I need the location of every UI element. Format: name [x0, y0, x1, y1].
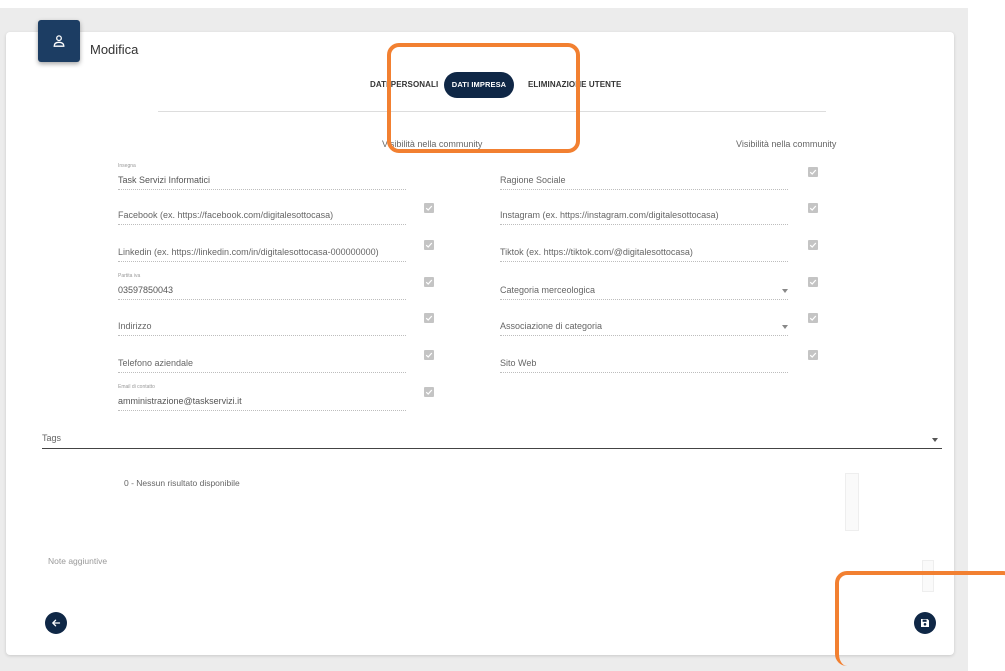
insegna-value: Task Servizi Informatici: [118, 175, 211, 185]
check-icon: [809, 352, 817, 358]
arrow-left-icon: [52, 619, 61, 627]
email-label: Email di contatto: [118, 384, 155, 390]
back-button[interactable]: [45, 612, 67, 634]
partita-iva-value: 03597850043: [118, 285, 174, 295]
check-icon: [425, 352, 433, 358]
ragione-sociale-placeholder: Ragione Sociale: [500, 175, 566, 185]
tags-select[interactable]: Tags: [42, 430, 942, 449]
chevron-down-icon: [782, 289, 788, 293]
instagram-field[interactable]: Instagram (ex. https://instagram.com/dig…: [500, 198, 788, 225]
sito-web-placeholder: Sito Web: [500, 358, 537, 368]
telefono-visibility-checkbox[interactable]: [424, 350, 434, 360]
insegna-label: Insegna: [118, 163, 136, 169]
indirizzo-placeholder: Indirizzo: [118, 321, 152, 331]
email-value: amministrazione@taskservizi.it: [118, 396, 242, 406]
linkedin-placeholder: Linkedin (ex. https://linkedin.com/in/di…: [118, 247, 379, 257]
email-field[interactable]: Email di contatto amministrazione@taskse…: [118, 384, 406, 411]
check-icon: [425, 205, 433, 211]
check-icon: [425, 389, 433, 395]
sito-web-field[interactable]: Sito Web: [500, 346, 788, 373]
facebook-placeholder: Facebook (ex. https://facebook.com/digit…: [118, 210, 334, 220]
visibility-header-right: Visibilità nella community: [736, 139, 837, 149]
no-results-text: 0 - Nessun risultato disponibile: [124, 478, 240, 488]
indirizzo-field[interactable]: Indirizzo: [118, 309, 406, 336]
annotation-highlight-save: [835, 571, 1005, 666]
tiktok-placeholder: Tiktok (ex. https://tiktok.com/@digitale…: [500, 247, 693, 257]
user-icon: [38, 20, 80, 62]
check-icon: [425, 315, 433, 321]
instagram-visibility-checkbox[interactable]: [808, 203, 818, 213]
chevron-down-icon: [932, 438, 938, 442]
chevron-down-icon: [782, 325, 788, 329]
check-icon: [809, 169, 817, 175]
page-title: Modifica: [90, 42, 139, 57]
notes-textarea[interactable]: Note aggiuntive: [48, 556, 107, 566]
partita-iva-field[interactable]: Partita iva 03597850043: [118, 273, 406, 300]
partita-iva-visibility-checkbox[interactable]: [424, 277, 434, 287]
categoria-merceologica-placeholder: Categoria merceologica: [500, 285, 596, 295]
tags-label: Tags: [42, 433, 62, 443]
check-icon: [425, 242, 433, 248]
telefono-placeholder: Telefono aziendale: [118, 358, 194, 368]
categoria-visibility-checkbox[interactable]: [808, 277, 818, 287]
facebook-field[interactable]: Facebook (ex. https://facebook.com/digit…: [118, 198, 406, 225]
insegna-field[interactable]: Insegna Task Servizi Informatici: [118, 163, 406, 190]
partita-iva-label: Partita iva: [118, 273, 141, 279]
check-icon: [809, 205, 817, 211]
instagram-placeholder: Instagram (ex. https://instagram.com/dig…: [500, 210, 719, 220]
check-icon: [809, 279, 817, 285]
ragione-sociale-visibility-checkbox[interactable]: [808, 167, 818, 177]
tiktok-visibility-checkbox[interactable]: [808, 240, 818, 250]
sito-web-visibility-checkbox[interactable]: [808, 350, 818, 360]
check-icon: [425, 279, 433, 285]
email-visibility-checkbox[interactable]: [424, 387, 434, 397]
ragione-sociale-field[interactable]: Ragione Sociale: [500, 163, 788, 190]
indirizzo-visibility-checkbox[interactable]: [424, 313, 434, 323]
check-icon: [809, 315, 817, 321]
results-scrollbar[interactable]: [845, 473, 859, 531]
annotation-highlight-tabs: [387, 43, 580, 153]
associazione-select[interactable]: Associazione di categoria: [500, 309, 788, 336]
associazione-visibility-checkbox[interactable]: [808, 313, 818, 323]
check-icon: [809, 242, 817, 248]
linkedin-visibility-checkbox[interactable]: [424, 240, 434, 250]
categoria-merceologica-select[interactable]: Categoria merceologica: [500, 273, 788, 300]
associazione-placeholder: Associazione di categoria: [500, 321, 603, 331]
telefono-field[interactable]: Telefono aziendale: [118, 346, 406, 373]
facebook-visibility-checkbox[interactable]: [424, 203, 434, 213]
linkedin-field[interactable]: Linkedin (ex. https://linkedin.com/in/di…: [118, 235, 406, 262]
tiktok-field[interactable]: Tiktok (ex. https://tiktok.com/@digitale…: [500, 235, 788, 262]
